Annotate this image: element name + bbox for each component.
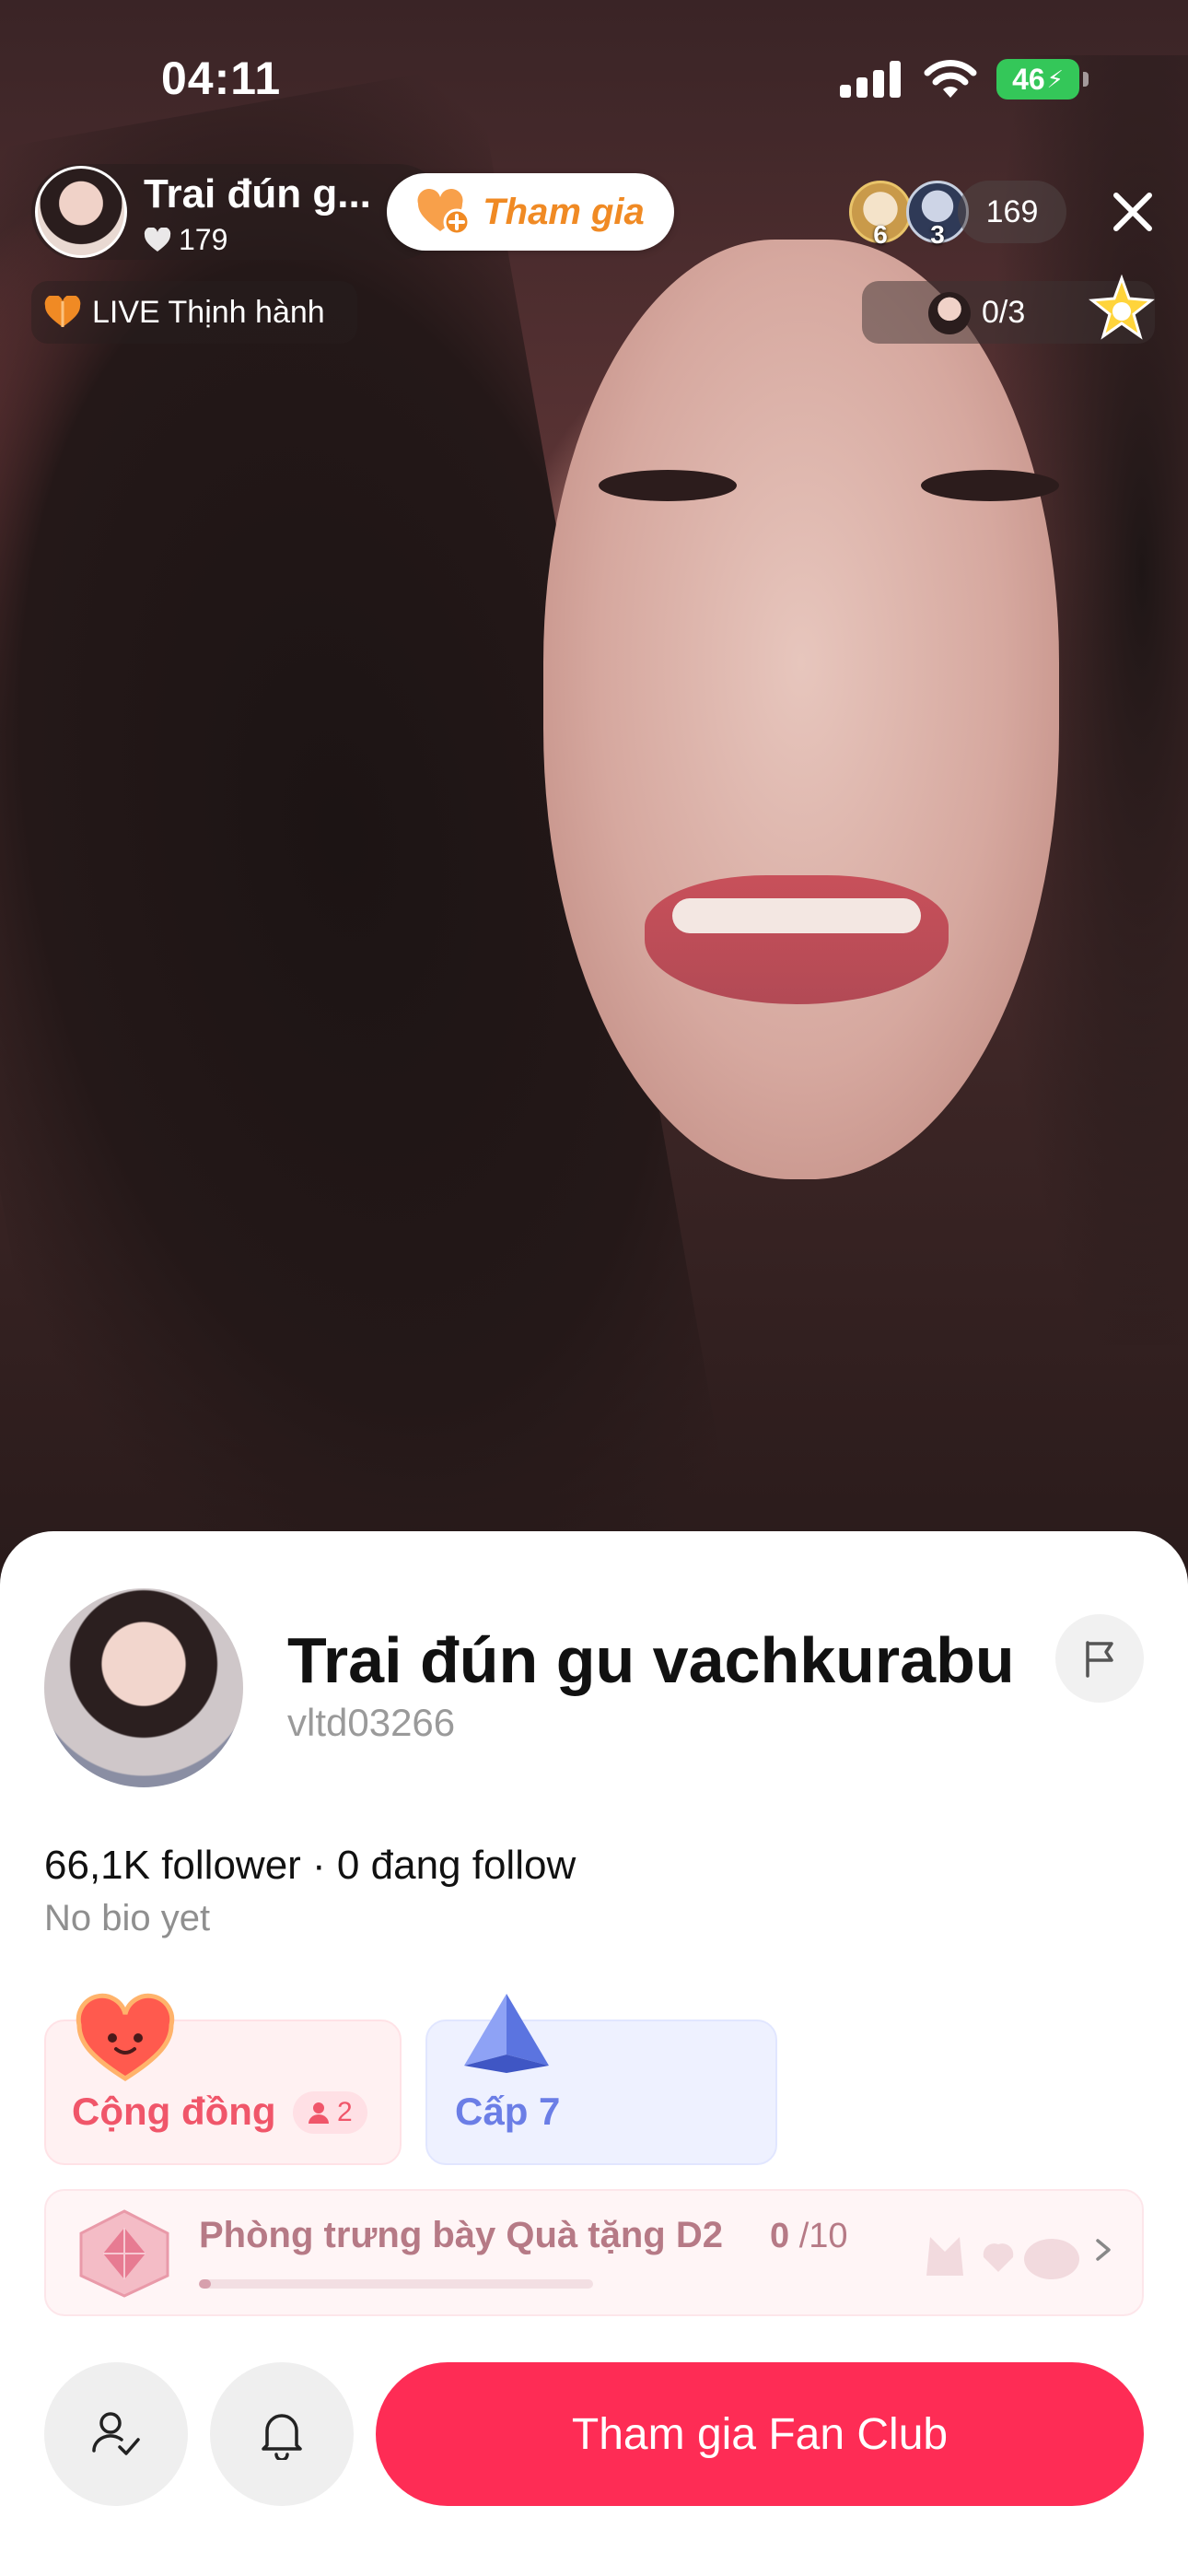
host-avatar[interactable]: [35, 166, 127, 258]
video-eye-right: [921, 470, 1059, 501]
video-mouth: [645, 875, 949, 1004]
member-count: 2: [337, 2097, 353, 2127]
trending-heart-icon: [44, 296, 81, 327]
goal-avatar: [928, 292, 971, 334]
host-likes-count: 179: [179, 223, 228, 256]
profile-username: vltd03266: [287, 1701, 456, 1744]
member-count-badge: 2: [293, 2091, 367, 2134]
profile-display-name: Trai đún gu vachkurabu: [287, 1624, 1015, 1696]
video-teeth: [672, 898, 921, 933]
gift-gallery-total: /10: [798, 2217, 848, 2255]
join-fan-club-button[interactable]: Tham gia Fan Club: [376, 2362, 1144, 2506]
gem-icon: [79, 2209, 169, 2298]
profile-stats: 66,1K follower · 0 đang follow: [44, 1843, 577, 1888]
heart-icon: [144, 227, 171, 252]
notification-button[interactable]: [210, 2362, 354, 2506]
host-name[interactable]: Trai đún g...: [144, 171, 371, 217]
flag-icon: [1086, 1641, 1113, 1678]
chevron-right-icon[interactable]: [1092, 2228, 1114, 2272]
gift-gallery-label: Phòng trưng bày Quà tặng D2: [199, 2215, 723, 2255]
video-face: [543, 240, 1059, 1179]
community-label: Cộng đồng: [72, 2090, 276, 2133]
profile-avatar[interactable]: [44, 1588, 243, 1787]
close-icon[interactable]: [1101, 181, 1164, 243]
wifi-icon: [924, 60, 977, 98]
heart-mascot-icon: [76, 1993, 175, 2081]
gift-gallery-count: 0 /10: [770, 2217, 848, 2256]
status-time: 04:11: [161, 53, 282, 104]
bell-icon: [262, 2414, 302, 2460]
top-viewer-avatar[interactable]: 6: [849, 181, 912, 249]
follow-status-button[interactable]: [44, 2362, 188, 2506]
cellular-signal-icon: [840, 61, 904, 98]
gift-gallery-current: 0: [770, 2217, 790, 2255]
battery-indicator: 46 ⚡: [996, 59, 1079, 100]
goal-progress: 0/3: [982, 294, 1026, 330]
battery-level: 46: [1012, 62, 1045, 96]
video-eye-left: [599, 470, 737, 501]
heart-plus-icon: [417, 189, 471, 235]
viewer-count[interactable]: 169: [958, 181, 1066, 243]
level-label: Cấp 7: [455, 2090, 561, 2133]
top-viewer-rank: 6: [873, 220, 888, 249]
charging-bolt-icon: ⚡: [1046, 64, 1064, 93]
person-icon: [309, 2102, 329, 2124]
trending-badge[interactable]: LIVE Thịnh hành: [31, 281, 357, 344]
trending-label: LIVE Thịnh hành: [92, 294, 325, 330]
profile-bio: No bio yet: [44, 1898, 211, 1938]
top-viewer-rank: 3: [930, 220, 945, 249]
level-pyramid-icon: [464, 1994, 549, 2073]
report-button[interactable]: [1055, 1614, 1144, 1703]
battery-tip: [1083, 72, 1089, 87]
join-button[interactable]: Tham gia: [387, 173, 674, 251]
gift-gallery-deco-icon: [926, 2237, 1079, 2279]
gift-gallery-progress: [199, 2279, 593, 2289]
host-likes: 179: [144, 223, 227, 257]
gift-gallery-progress-fill: [199, 2279, 211, 2289]
join-label: Tham gia: [483, 191, 645, 232]
star-badge-icon: [1089, 275, 1155, 340]
user-check-icon: [92, 2412, 140, 2455]
